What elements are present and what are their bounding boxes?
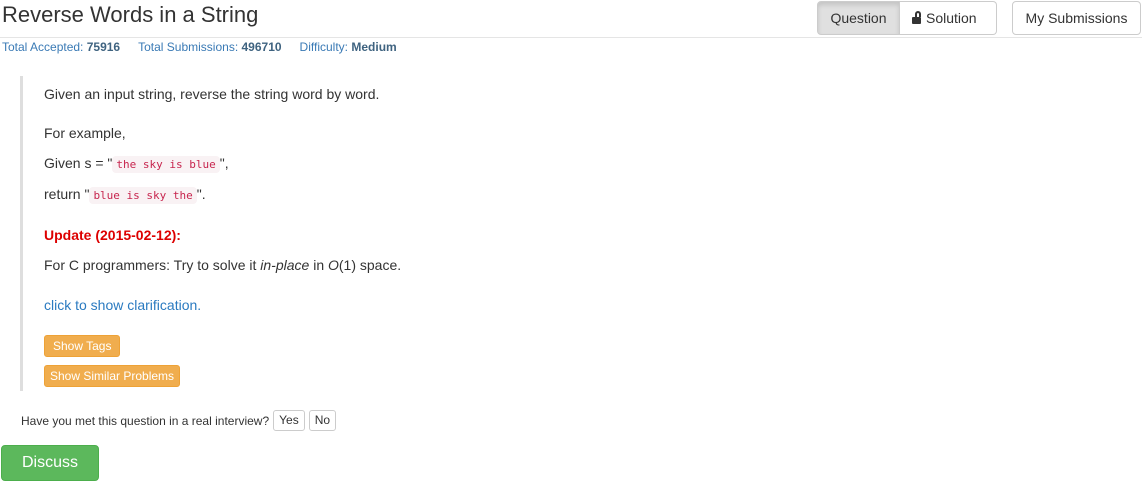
discuss-button[interactable]: Discuss bbox=[1, 445, 99, 481]
my-submissions-button[interactable]: My Submissions bbox=[1012, 1, 1141, 35]
interview-question: Have you met this question in a real int… bbox=[21, 413, 270, 428]
submissions-label: Total Submissions: bbox=[138, 40, 239, 54]
show-tags-button[interactable]: Show Tags bbox=[44, 335, 121, 357]
interview-no-button[interactable]: No bbox=[308, 410, 337, 431]
update-text-part3: (1) space. bbox=[338, 257, 402, 273]
given-prefix: Given s = " bbox=[44, 155, 113, 171]
view-toggle-group: Question Solution bbox=[817, 1, 997, 35]
example-given: Given s = " the sky is blue ", bbox=[44, 154, 229, 174]
given-code: the sky is blue bbox=[112, 156, 220, 173]
update-text-part2: in bbox=[309, 257, 328, 273]
page-title: Reverse Words in a String bbox=[2, 2, 259, 27]
update-heading: Update (2015-02-12): bbox=[44, 227, 181, 243]
update-text-big-o: O bbox=[328, 257, 339, 273]
unlock-icon bbox=[912, 11, 921, 24]
interview-yes-button[interactable]: Yes bbox=[273, 410, 305, 431]
accepted-label: Total Accepted: bbox=[2, 40, 84, 54]
problem-stats: Total Accepted: 75916 Total Submissions: … bbox=[2, 39, 397, 55]
return-suffix: ". bbox=[196, 186, 206, 202]
show-clarification-link[interactable]: click to show clarification. bbox=[44, 296, 201, 314]
difficulty-label: Difficulty: bbox=[299, 40, 349, 54]
problem-page: Reverse Words in a String Question Solut… bbox=[0, 0, 1142, 482]
description-quote-bar bbox=[20, 76, 23, 391]
interview-feedback: Have you met this question in a real int… bbox=[21, 410, 337, 431]
update-text: For C programmers: Try to solve it in-pl… bbox=[44, 256, 401, 274]
update-text-part1: For C programmers: Try to solve it bbox=[44, 257, 261, 273]
submissions-value: 496710 bbox=[241, 40, 282, 54]
solution-tab-label: Solution bbox=[926, 10, 977, 26]
given-suffix: ", bbox=[219, 155, 229, 171]
return-code: blue is sky the bbox=[89, 187, 197, 204]
header-divider bbox=[0, 37, 1142, 38]
accepted-value: 75916 bbox=[86, 40, 121, 54]
example-return: return " blue is sky the ". bbox=[44, 185, 206, 205]
difficulty-value: Medium bbox=[351, 40, 397, 54]
description-text: Given an input string, reverse the strin… bbox=[44, 86, 380, 102]
example-intro: For example, bbox=[44, 125, 126, 141]
solution-tab-button[interactable]: Solution bbox=[900, 1, 997, 35]
return-prefix: return " bbox=[44, 186, 90, 202]
update-text-emphasis: in-place bbox=[260, 257, 310, 273]
show-similar-problems-button[interactable]: Show Similar Problems bbox=[44, 365, 181, 387]
question-tab-button[interactable]: Question bbox=[817, 1, 900, 35]
